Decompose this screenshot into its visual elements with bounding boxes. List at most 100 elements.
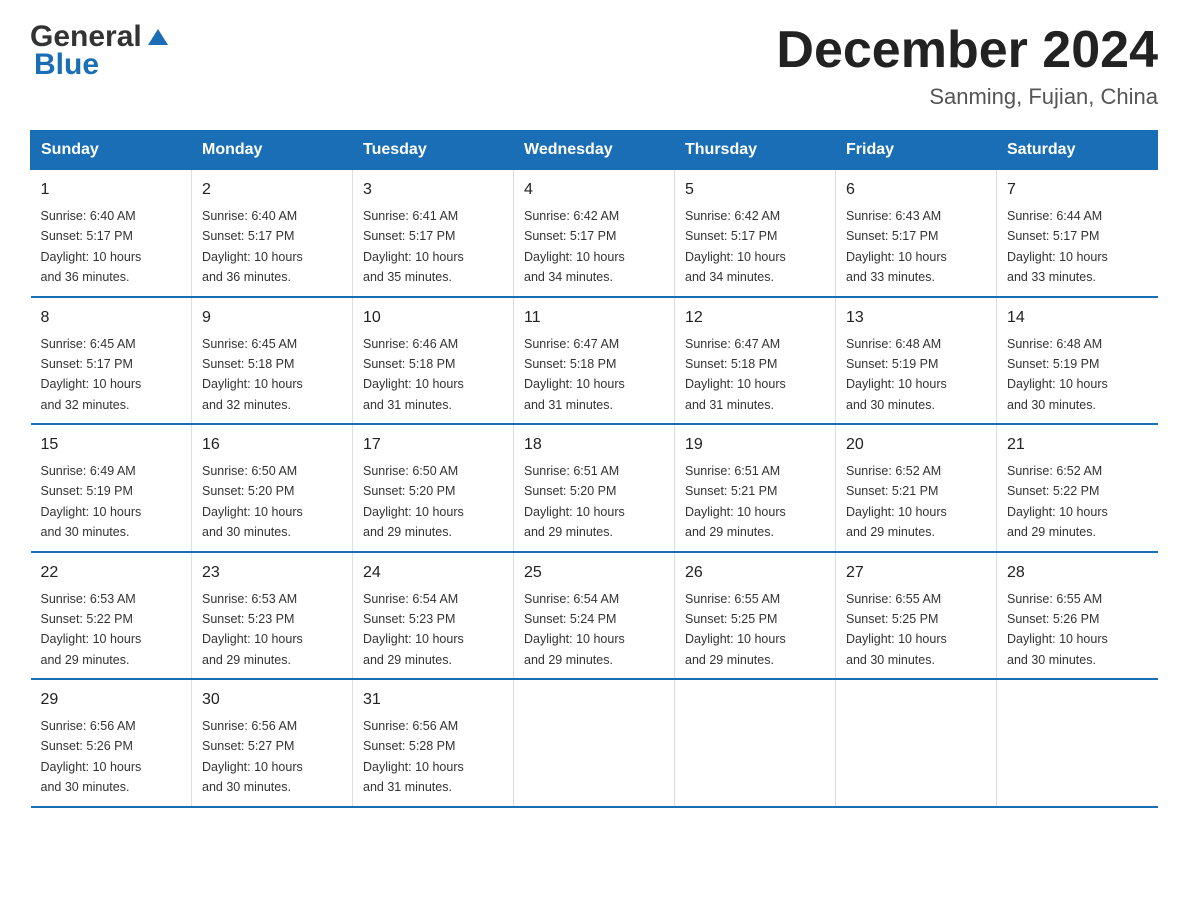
calendar-subtitle: Sanming, Fujian, China: [776, 84, 1158, 110]
day-info: Sunrise: 6:52 AMSunset: 5:22 PMDaylight:…: [1007, 464, 1108, 539]
day-number: 24: [363, 561, 503, 585]
calendar-cell: 13 Sunrise: 6:48 AMSunset: 5:19 PMDaylig…: [836, 297, 997, 425]
day-number: 4: [524, 178, 664, 202]
day-number: 2: [202, 178, 342, 202]
calendar-cell: 31 Sunrise: 6:56 AMSunset: 5:28 PMDaylig…: [353, 679, 514, 807]
day-number: 9: [202, 306, 342, 330]
calendar-cell: [514, 679, 675, 807]
calendar-week-row: 1 Sunrise: 6:40 AMSunset: 5:17 PMDayligh…: [31, 170, 1158, 297]
calendar-title: December 2024: [776, 20, 1158, 80]
day-number: 5: [685, 178, 825, 202]
calendar-cell: [675, 679, 836, 807]
calendar-cell: 4 Sunrise: 6:42 AMSunset: 5:17 PMDayligh…: [514, 170, 675, 297]
calendar-week-row: 29 Sunrise: 6:56 AMSunset: 5:26 PMDaylig…: [31, 679, 1158, 807]
day-info: Sunrise: 6:40 AMSunset: 5:17 PMDaylight:…: [41, 209, 142, 284]
day-number: 22: [41, 561, 182, 585]
day-info: Sunrise: 6:40 AMSunset: 5:17 PMDaylight:…: [202, 209, 303, 284]
calendar-cell: 10 Sunrise: 6:46 AMSunset: 5:18 PMDaylig…: [353, 297, 514, 425]
logo-blue-text: Blue: [34, 48, 99, 82]
day-info: Sunrise: 6:54 AMSunset: 5:24 PMDaylight:…: [524, 592, 625, 667]
calendar-week-row: 22 Sunrise: 6:53 AMSunset: 5:22 PMDaylig…: [31, 552, 1158, 680]
calendar-week-row: 15 Sunrise: 6:49 AMSunset: 5:19 PMDaylig…: [31, 424, 1158, 552]
day-info: Sunrise: 6:52 AMSunset: 5:21 PMDaylight:…: [846, 464, 947, 539]
calendar-cell: 2 Sunrise: 6:40 AMSunset: 5:17 PMDayligh…: [192, 170, 353, 297]
logo-triangle-icon: [144, 25, 172, 47]
calendar-cell: 24 Sunrise: 6:54 AMSunset: 5:23 PMDaylig…: [353, 552, 514, 680]
day-info: Sunrise: 6:42 AMSunset: 5:17 PMDaylight:…: [524, 209, 625, 284]
calendar-cell: 7 Sunrise: 6:44 AMSunset: 5:17 PMDayligh…: [997, 170, 1158, 297]
calendar-cell: 18 Sunrise: 6:51 AMSunset: 5:20 PMDaylig…: [514, 424, 675, 552]
day-info: Sunrise: 6:53 AMSunset: 5:22 PMDaylight:…: [41, 592, 142, 667]
day-info: Sunrise: 6:55 AMSunset: 5:25 PMDaylight:…: [846, 592, 947, 667]
day-number: 27: [846, 561, 986, 585]
calendar-cell: 9 Sunrise: 6:45 AMSunset: 5:18 PMDayligh…: [192, 297, 353, 425]
calendar-cell: [997, 679, 1158, 807]
calendar-cell: 12 Sunrise: 6:47 AMSunset: 5:18 PMDaylig…: [675, 297, 836, 425]
calendar-cell: 27 Sunrise: 6:55 AMSunset: 5:25 PMDaylig…: [836, 552, 997, 680]
col-sunday: Sunday: [31, 131, 192, 170]
day-info: Sunrise: 6:56 AMSunset: 5:26 PMDaylight:…: [41, 719, 142, 794]
day-info: Sunrise: 6:43 AMSunset: 5:17 PMDaylight:…: [846, 209, 947, 284]
day-info: Sunrise: 6:42 AMSunset: 5:17 PMDaylight:…: [685, 209, 786, 284]
day-info: Sunrise: 6:53 AMSunset: 5:23 PMDaylight:…: [202, 592, 303, 667]
calendar-week-row: 8 Sunrise: 6:45 AMSunset: 5:17 PMDayligh…: [31, 297, 1158, 425]
calendar-cell: 15 Sunrise: 6:49 AMSunset: 5:19 PMDaylig…: [31, 424, 192, 552]
calendar-cell: 14 Sunrise: 6:48 AMSunset: 5:19 PMDaylig…: [997, 297, 1158, 425]
day-number: 11: [524, 306, 664, 330]
day-info: Sunrise: 6:54 AMSunset: 5:23 PMDaylight:…: [363, 592, 464, 667]
day-info: Sunrise: 6:41 AMSunset: 5:17 PMDaylight:…: [363, 209, 464, 284]
day-number: 21: [1007, 433, 1148, 457]
day-info: Sunrise: 6:50 AMSunset: 5:20 PMDaylight:…: [202, 464, 303, 539]
day-number: 28: [1007, 561, 1148, 585]
calendar-cell: [836, 679, 997, 807]
calendar-cell: 20 Sunrise: 6:52 AMSunset: 5:21 PMDaylig…: [836, 424, 997, 552]
calendar-cell: 19 Sunrise: 6:51 AMSunset: 5:21 PMDaylig…: [675, 424, 836, 552]
day-info: Sunrise: 6:48 AMSunset: 5:19 PMDaylight:…: [1007, 337, 1108, 412]
day-info: Sunrise: 6:55 AMSunset: 5:25 PMDaylight:…: [685, 592, 786, 667]
calendar-cell: 28 Sunrise: 6:55 AMSunset: 5:26 PMDaylig…: [997, 552, 1158, 680]
day-number: 25: [524, 561, 664, 585]
day-info: Sunrise: 6:51 AMSunset: 5:20 PMDaylight:…: [524, 464, 625, 539]
calendar-cell: 21 Sunrise: 6:52 AMSunset: 5:22 PMDaylig…: [997, 424, 1158, 552]
day-info: Sunrise: 6:56 AMSunset: 5:28 PMDaylight:…: [363, 719, 464, 794]
day-number: 31: [363, 688, 503, 712]
day-number: 13: [846, 306, 986, 330]
day-number: 17: [363, 433, 503, 457]
day-info: Sunrise: 6:56 AMSunset: 5:27 PMDaylight:…: [202, 719, 303, 794]
col-monday: Monday: [192, 131, 353, 170]
day-info: Sunrise: 6:49 AMSunset: 5:19 PMDaylight:…: [41, 464, 142, 539]
calendar-cell: 8 Sunrise: 6:45 AMSunset: 5:17 PMDayligh…: [31, 297, 192, 425]
calendar-cell: 26 Sunrise: 6:55 AMSunset: 5:25 PMDaylig…: [675, 552, 836, 680]
calendar-cell: 11 Sunrise: 6:47 AMSunset: 5:18 PMDaylig…: [514, 297, 675, 425]
day-number: 19: [685, 433, 825, 457]
day-info: Sunrise: 6:45 AMSunset: 5:17 PMDaylight:…: [41, 337, 142, 412]
calendar-cell: 23 Sunrise: 6:53 AMSunset: 5:23 PMDaylig…: [192, 552, 353, 680]
day-info: Sunrise: 6:44 AMSunset: 5:17 PMDaylight:…: [1007, 209, 1108, 284]
day-number: 12: [685, 306, 825, 330]
col-wednesday: Wednesday: [514, 131, 675, 170]
day-number: 20: [846, 433, 986, 457]
col-thursday: Thursday: [675, 131, 836, 170]
day-number: 16: [202, 433, 342, 457]
col-tuesday: Tuesday: [353, 131, 514, 170]
day-number: 1: [41, 178, 182, 202]
day-info: Sunrise: 6:50 AMSunset: 5:20 PMDaylight:…: [363, 464, 464, 539]
day-number: 15: [41, 433, 182, 457]
calendar-cell: 6 Sunrise: 6:43 AMSunset: 5:17 PMDayligh…: [836, 170, 997, 297]
day-number: 30: [202, 688, 342, 712]
day-number: 8: [41, 306, 182, 330]
day-number: 10: [363, 306, 503, 330]
day-number: 23: [202, 561, 342, 585]
day-number: 3: [363, 178, 503, 202]
calendar-table: Sunday Monday Tuesday Wednesday Thursday…: [30, 130, 1158, 808]
calendar-cell: 5 Sunrise: 6:42 AMSunset: 5:17 PMDayligh…: [675, 170, 836, 297]
col-saturday: Saturday: [997, 131, 1158, 170]
day-info: Sunrise: 6:47 AMSunset: 5:18 PMDaylight:…: [524, 337, 625, 412]
day-number: 6: [846, 178, 986, 202]
calendar-cell: 29 Sunrise: 6:56 AMSunset: 5:26 PMDaylig…: [31, 679, 192, 807]
col-friday: Friday: [836, 131, 997, 170]
day-info: Sunrise: 6:47 AMSunset: 5:18 PMDaylight:…: [685, 337, 786, 412]
calendar-cell: 1 Sunrise: 6:40 AMSunset: 5:17 PMDayligh…: [31, 170, 192, 297]
day-info: Sunrise: 6:51 AMSunset: 5:21 PMDaylight:…: [685, 464, 786, 539]
day-info: Sunrise: 6:55 AMSunset: 5:26 PMDaylight:…: [1007, 592, 1108, 667]
